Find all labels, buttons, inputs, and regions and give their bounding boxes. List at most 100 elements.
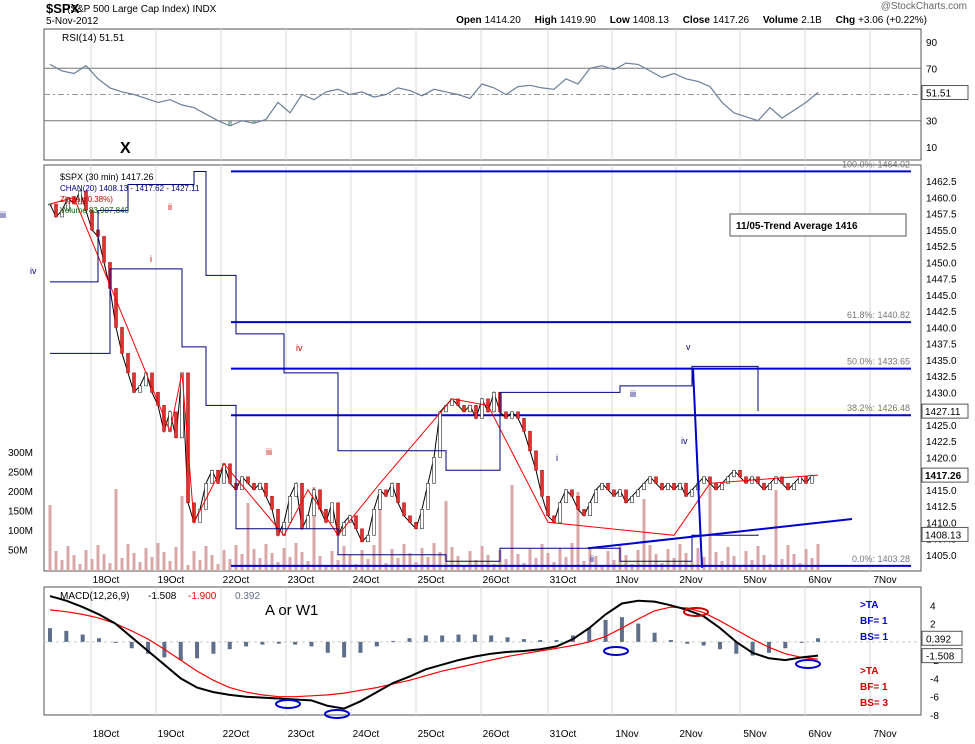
price-candle <box>252 483 256 491</box>
stock-chart[interactable]: 100.0%: 1464.02 61.8%: 1440.82 50.0%: 1433… <box>0 0 975 744</box>
price-candle <box>510 411 514 419</box>
volume-bar <box>684 553 688 571</box>
price-candle <box>390 483 394 497</box>
volume-bar <box>390 549 394 571</box>
volume-bar <box>546 553 550 571</box>
price-candle <box>126 353 130 374</box>
volume-bar <box>102 554 106 571</box>
volume-bar <box>798 563 802 571</box>
price-candle <box>786 483 790 491</box>
volume-y-tick: 300M <box>8 448 33 459</box>
x-tick-label: 23Oct <box>288 729 315 740</box>
macd-histogram-bar <box>619 617 624 642</box>
price-candle <box>606 483 610 491</box>
price-candle <box>294 483 298 497</box>
x-tick-label: 5Nov <box>743 729 766 740</box>
price-candle <box>666 483 670 491</box>
x-tick-label: 22Oct <box>223 729 250 740</box>
x-tick-label: 7Nov <box>873 575 896 586</box>
volume-bar <box>348 555 352 571</box>
volume-bar <box>234 545 238 571</box>
price-y-tick: 1420.0 <box>926 453 957 464</box>
volume-bar <box>318 556 322 571</box>
price-candle <box>288 496 292 523</box>
price-candle <box>672 483 676 491</box>
volume-bar <box>606 551 610 571</box>
rsi-y-tick: 90 <box>926 38 938 49</box>
price-y-tick: 1442.5 <box>926 307 957 318</box>
price-candle <box>642 483 646 491</box>
volume-bar <box>648 545 652 571</box>
volume-bar <box>624 555 628 571</box>
volume-bar <box>288 557 292 571</box>
volume-bar <box>564 557 568 571</box>
price-y-tick: 1457.5 <box>926 210 957 221</box>
fib-label: 61.8%: 1440.82 <box>847 310 910 320</box>
macd-histogram-bar <box>244 641 249 647</box>
macd-histogram-bar <box>521 639 526 642</box>
price-candle <box>102 236 106 263</box>
volume-bar <box>804 549 808 571</box>
volume-bar <box>120 558 124 571</box>
volume-bar <box>156 543 160 571</box>
macd-center-label: A or W1 <box>265 602 318 619</box>
macd-histogram-bar <box>391 640 396 642</box>
x-tick-label: 26Oct <box>483 729 510 740</box>
volume-bar <box>510 485 514 571</box>
price-candle <box>228 463 232 484</box>
macd-histogram-bar <box>358 641 363 653</box>
volume-bar <box>384 563 388 571</box>
price-candle <box>654 476 658 484</box>
price-candle <box>132 372 136 393</box>
volume-bar <box>792 554 796 571</box>
price-legend-4: Volume 83,907,840 <box>60 206 129 215</box>
volume-bar <box>162 552 166 571</box>
wave-label: iii <box>630 389 636 399</box>
price-candle <box>600 483 604 491</box>
x-tick-label: 7Nov <box>873 729 896 740</box>
volume-bar <box>54 551 58 571</box>
volume-bar <box>522 563 526 571</box>
volume-bar <box>810 558 814 571</box>
price-candle <box>516 411 520 419</box>
price-candle <box>570 489 574 497</box>
x-tick-label: 1Nov <box>615 729 638 740</box>
ta-red-label: BF= 1 <box>860 682 888 693</box>
macd-histogram-bar <box>113 641 118 643</box>
macd-y-tick: 4 <box>930 601 936 612</box>
price-candle <box>300 483 304 530</box>
macd-histogram-bar <box>489 635 494 642</box>
volume-bar <box>108 563 112 571</box>
price-legend-3: ZigZag(0.38%) <box>60 195 113 204</box>
price-candle <box>258 483 262 491</box>
volume-bar <box>246 503 250 571</box>
price-value-label: 1417.26 <box>925 471 962 482</box>
volume-bar <box>138 562 142 571</box>
macd-title: MACD(12,26,9) <box>60 591 129 602</box>
price-candle <box>372 509 376 536</box>
volume-bar <box>528 549 532 571</box>
price-candle <box>534 450 538 471</box>
volume-bar <box>240 554 244 571</box>
rsi-y-tick: 10 <box>926 143 938 154</box>
price-y-tick: 1440.0 <box>926 323 957 334</box>
macd-histogram-bar <box>64 630 69 642</box>
macd-histogram-bar <box>48 628 52 642</box>
price-y-tick: 1455.0 <box>926 226 957 237</box>
price-value-label: 1408.13 <box>925 530 962 541</box>
macd-histogram-bar <box>211 641 216 654</box>
price-candle <box>708 476 712 484</box>
wave-label: i <box>556 453 558 463</box>
volume-bar <box>732 556 736 571</box>
price-value-label: 1427.11 <box>925 407 961 418</box>
rsi-title: RSI(14) 51.51 <box>62 33 125 44</box>
price-candle <box>798 476 802 484</box>
macd-value-label: -1.508 <box>926 652 955 663</box>
volume-bar <box>450 547 454 571</box>
macd-histogram-bar <box>407 638 412 642</box>
ta-blue-label: BF= 1 <box>860 616 888 627</box>
price-candle <box>474 405 478 419</box>
volume-bar <box>558 548 562 571</box>
macd-histogram-bar <box>423 635 428 642</box>
price-y-tick: 1452.5 <box>926 242 957 253</box>
